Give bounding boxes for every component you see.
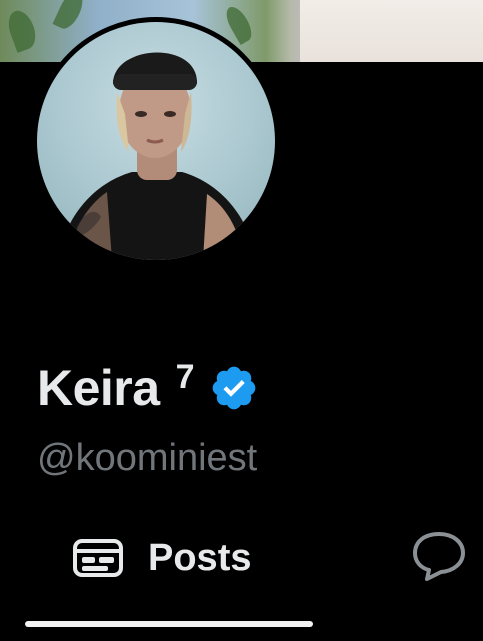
- tab-posts[interactable]: Posts: [72, 533, 251, 583]
- active-tab-indicator: [25, 621, 313, 627]
- username-handle: @koominiest: [37, 437, 258, 479]
- avatar[interactable]: [37, 22, 275, 260]
- display-name: Keira: [37, 360, 160, 416]
- tab-posts-label: Posts: [148, 536, 252, 579]
- speech-bubble-icon[interactable]: [411, 530, 467, 582]
- verified-badge-icon[interactable]: [209, 363, 259, 413]
- name-suffix: 7: [175, 357, 195, 396]
- display-name-row: Keira 7: [37, 358, 259, 418]
- posts-icon: [73, 539, 123, 577]
